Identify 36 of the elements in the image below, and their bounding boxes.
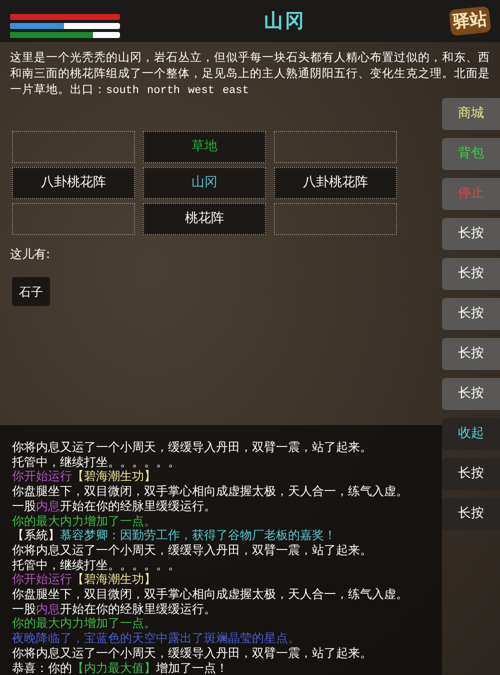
map-room[interactable]: 山冈 bbox=[143, 167, 266, 199]
items-heading: 这儿有: bbox=[10, 247, 50, 261]
log-line: 你的最大内力增加了一点。 bbox=[12, 514, 156, 528]
side-button[interactable]: 长按 bbox=[442, 298, 500, 330]
side-button[interactable]: 长按 bbox=[442, 498, 500, 530]
map-room[interactable]: 八卦桃花阵 bbox=[274, 167, 397, 199]
log-line: 一股内息开始在你的经脉里缓缓运行。 bbox=[12, 602, 216, 616]
log-line: 你盘腿坐下，双目微闭，双手掌心相向成虚握太极，天人合一，练气入虚。 bbox=[12, 587, 408, 602]
log-line: 托管中，继续打坐。。。。。。 bbox=[12, 558, 180, 572]
map-room[interactable]: 桃花阵 bbox=[143, 203, 266, 235]
map-room[interactable]: 草地 bbox=[143, 131, 266, 163]
log-line: 托管中，继续打坐。。。。。。 bbox=[12, 454, 180, 470]
log-line: 你将内息又运了一个小周天，缓缓导入丹田，双臂一震，站了起来。 bbox=[12, 646, 372, 661]
log-line: 你盘腿坐下，双目微闭，双手掌心相向成虚握太极，天人合一，练气入虚。 bbox=[12, 484, 408, 499]
log-line: 你的最大内力增加了一点。 bbox=[12, 616, 156, 632]
log-line: 【系統】慕容梦卿：因勤劳工作，获得了谷物厂老板的嘉奖！ bbox=[12, 528, 336, 543]
side-button[interactable]: 长按 bbox=[442, 458, 500, 490]
side-button[interactable]: 背包 bbox=[442, 138, 500, 170]
side-button[interactable]: 收起 bbox=[442, 418, 500, 450]
log-line: 恭喜：你的【内力最大值】增加了一点！ bbox=[12, 660, 228, 675]
log-line: 你开始运行【碧海潮生功】 bbox=[12, 572, 156, 588]
logo[interactable]: 驿站 bbox=[448, 6, 492, 36]
log-line: 夜晚降临了，宝蓝色的天空中露出了斑斓晶莹的星点。 bbox=[12, 631, 300, 646]
room-title: 山冈 bbox=[264, 8, 306, 34]
log-line: 你将内息又运了一个小周天，缓缓导入丹田，双臂一震，站了起来。 bbox=[12, 542, 372, 558]
side-button[interactable]: 长按 bbox=[442, 258, 500, 290]
side-button[interactable]: 商城 bbox=[442, 98, 500, 130]
log-line: 你将内息又运了一个小周天，缓缓导入丹田，双臂一震，站了起来。 bbox=[12, 440, 372, 455]
side-button[interactable]: 长按 bbox=[442, 218, 500, 250]
log-line: 一股内息开始在你的经脉里缓缓运行。 bbox=[12, 498, 216, 514]
log-line: 你开始运行【碧海潮生功】 bbox=[12, 469, 156, 484]
map-room[interactable]: 八卦桃花阵 bbox=[12, 167, 135, 199]
side-button[interactable]: 长按 bbox=[442, 378, 500, 410]
side-button[interactable]: 长按 bbox=[442, 338, 500, 370]
room-description: 这里是一个光秃秃的山冈，岩石丛立，但似乎每一块石头都有人精心布置过似的，和东、西和南三面的桃花阵组成了一个整体，足见岛上的主人熟通阴阳五行、变化生克之理。北面是一片草地。出口：south north west east bbox=[9, 49, 491, 99]
item-button[interactable]: 石子 bbox=[12, 277, 50, 306]
